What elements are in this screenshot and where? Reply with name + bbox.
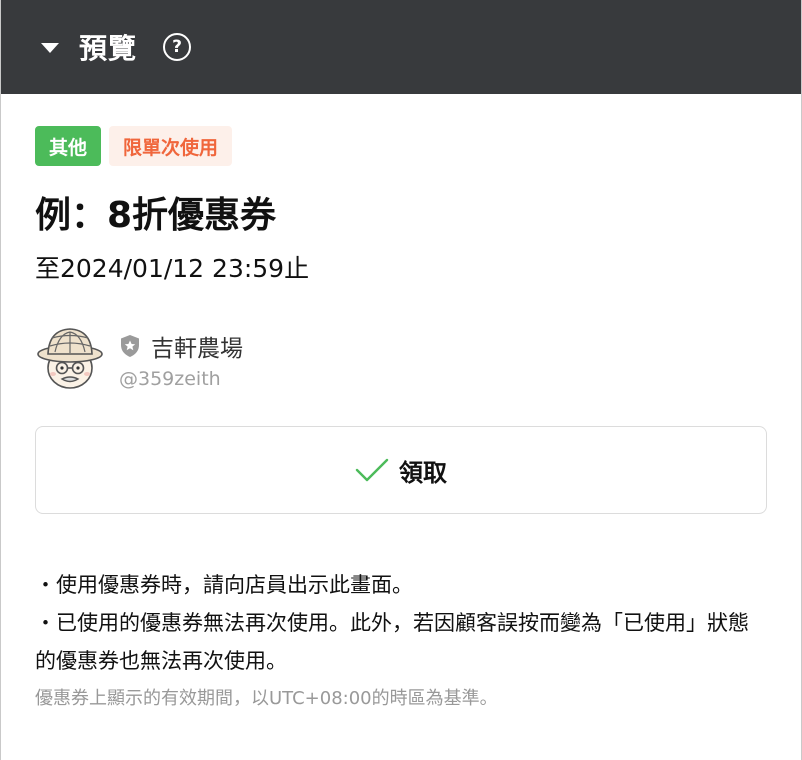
claim-button[interactable]: 領取: [35, 426, 767, 514]
coupon-title: 例：8折優惠券: [35, 195, 277, 236]
coupon-expiry: 至2024/01/12 23:59止: [35, 254, 310, 283]
account-name: 吉軒農場: [151, 336, 243, 362]
coupon-preview-panel: 預覽 ? 其他 限單次使用 例：8折優惠券 至2024/01/12 23:59止: [0, 0, 802, 760]
verified-shield-icon: [121, 335, 139, 357]
coupon-content: 其他 限單次使用 例：8折優惠券 至2024/01/12 23:59止 吉軒農場…: [35, 126, 767, 709]
note-item: ・使用優惠券時，請向店員出示此畫面。: [35, 573, 413, 597]
preview-header[interactable]: 預覽 ?: [1, 0, 801, 94]
claim-button-label: 領取: [399, 458, 447, 487]
account-name-row: 吉軒農場: [119, 330, 243, 362]
caret-down-icon[interactable]: [41, 43, 59, 53]
category-tag: 其他: [35, 126, 102, 166]
note-item: ・已使用的優惠券無法再次使用。此外，若因顧客誤按而變為「已使用」狀態的優惠券也無…: [35, 611, 749, 673]
header-title: 預覽: [79, 32, 138, 65]
help-icon[interactable]: ?: [163, 33, 192, 61]
account-info: 吉軒農場 @359zeith: [35, 328, 767, 398]
check-icon: [355, 458, 389, 482]
coupon-tags: 其他 限單次使用: [35, 126, 767, 166]
account-id: @359zeith: [119, 368, 221, 390]
account-text: 吉軒農場 @359zeith: [119, 328, 243, 390]
coupon-notes: ・使用優惠券時，請向店員出示此畫面。 ・已使用的優惠券無法再次使用。此外，若因顧…: [35, 566, 767, 714]
timezone-note: 優惠券上顯示的有效期間，以UTC+08:00的時區為基準。: [35, 688, 498, 709]
usage-tag: 限單次使用: [109, 126, 233, 166]
avatar: [37, 328, 103, 389]
